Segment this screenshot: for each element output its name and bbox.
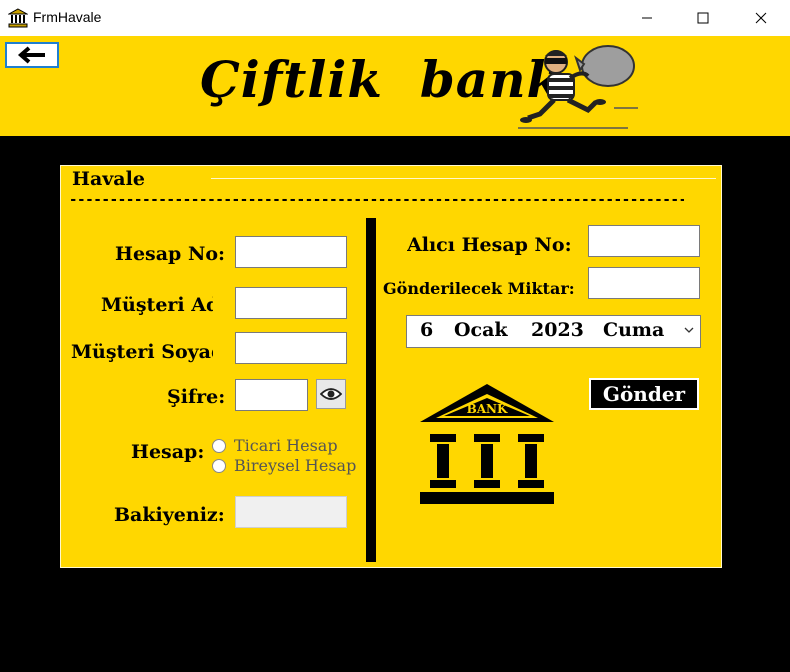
show-password-button[interactable] xyxy=(316,379,346,409)
bank-building-icon xyxy=(8,8,28,28)
account-type-label: Hesap: xyxy=(131,441,205,463)
amount-label: Gönderilecek Miktar: xyxy=(383,279,575,298)
account-no-input[interactable] xyxy=(235,236,347,268)
chevron-down-icon[interactable] xyxy=(684,326,694,334)
vertical-divider xyxy=(366,218,376,562)
date-picker[interactable]: 6 Ocak 2023 Cuma xyxy=(406,315,701,348)
radio-circle[interactable] xyxy=(212,438,226,453)
panel-border-line xyxy=(211,178,716,179)
transfer-panel: Havale ---------------------------------… xyxy=(60,165,722,568)
date-weekday: Cuma xyxy=(603,319,665,341)
panel-title: Havale xyxy=(72,168,145,190)
password-input[interactable] xyxy=(235,379,308,411)
window-title: FrmHavale xyxy=(33,9,102,25)
send-button[interactable]: Gönder xyxy=(589,378,699,410)
minimize-button[interactable] xyxy=(624,0,670,36)
bank-building-icon: BANK xyxy=(420,384,554,504)
close-icon xyxy=(755,12,767,24)
date-day: 6 xyxy=(420,319,434,341)
balance-field xyxy=(235,496,347,528)
password-label: Şifre: xyxy=(167,386,226,408)
date-month: Ocak xyxy=(454,319,508,341)
customer-name-label: Müşteri Ad xyxy=(101,294,213,316)
dashed-separator: ----------------------------------------… xyxy=(69,192,684,208)
close-button[interactable] xyxy=(738,0,784,36)
eye-icon xyxy=(320,388,342,400)
radio-label: Ticari Hesap xyxy=(234,436,338,455)
arrow-left-icon xyxy=(17,46,45,64)
commercial-account-radio[interactable]: Ticari Hesap xyxy=(212,436,338,455)
date-year: 2023 xyxy=(531,319,584,341)
maximize-button[interactable] xyxy=(680,0,726,36)
receiver-account-label: Alıcı Hesap No: xyxy=(407,234,572,256)
maximize-icon xyxy=(697,12,709,24)
thief-with-sack-illustration xyxy=(518,45,638,129)
account-no-label: Hesap No: xyxy=(115,243,226,265)
amount-input[interactable] xyxy=(588,267,700,299)
back-button[interactable] xyxy=(5,42,59,68)
customer-surname-label: Müşteri Soyad xyxy=(71,341,213,363)
individual-account-radio[interactable]: Bireysel Hesap xyxy=(212,456,356,475)
receiver-account-input[interactable] xyxy=(588,225,700,257)
radio-label: Bireysel Hesap xyxy=(234,456,357,475)
minimize-icon xyxy=(642,17,652,19)
brand-title: Çiftlik bank xyxy=(200,50,563,109)
customer-name-input[interactable] xyxy=(235,287,347,319)
customer-surname-input[interactable] xyxy=(235,332,347,364)
balance-label: Bakiyeniz: xyxy=(114,504,225,526)
radio-circle[interactable] xyxy=(212,458,226,473)
window-titlebar: FrmHavale xyxy=(0,0,790,36)
bank-sign-text: BANK xyxy=(467,402,508,416)
brand-header: Çiftlik bank xyxy=(0,36,790,136)
